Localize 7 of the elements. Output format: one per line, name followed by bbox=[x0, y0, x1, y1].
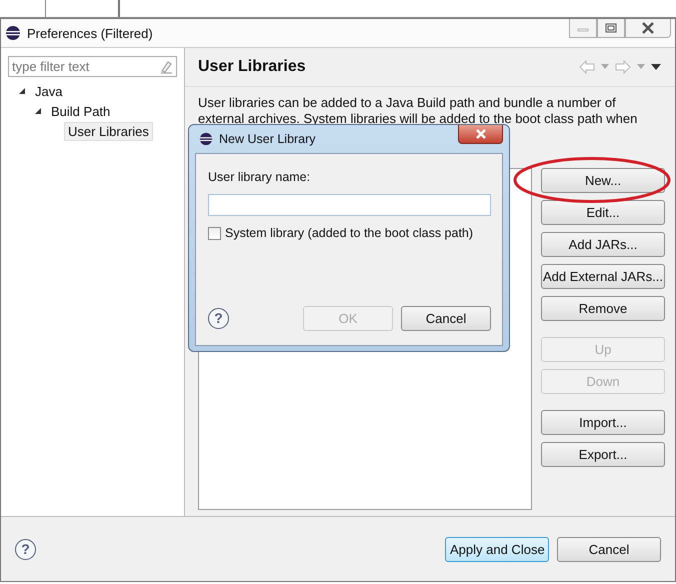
description-text: User libraries can be added to a Java Build path and bundle a number of bbox=[198, 95, 617, 111]
field-label: User library name: bbox=[208, 170, 312, 184]
description-text: external archives. System libraries will be added to the boot class path when bbox=[198, 111, 638, 127]
dialog-title: New User Library bbox=[219, 132, 316, 146]
checkbox-label: System library (added to the boot class path) bbox=[225, 226, 474, 240]
page-title: User Libraries bbox=[198, 58, 306, 76]
window-title: Preferences (Filtered) bbox=[27, 26, 153, 40]
